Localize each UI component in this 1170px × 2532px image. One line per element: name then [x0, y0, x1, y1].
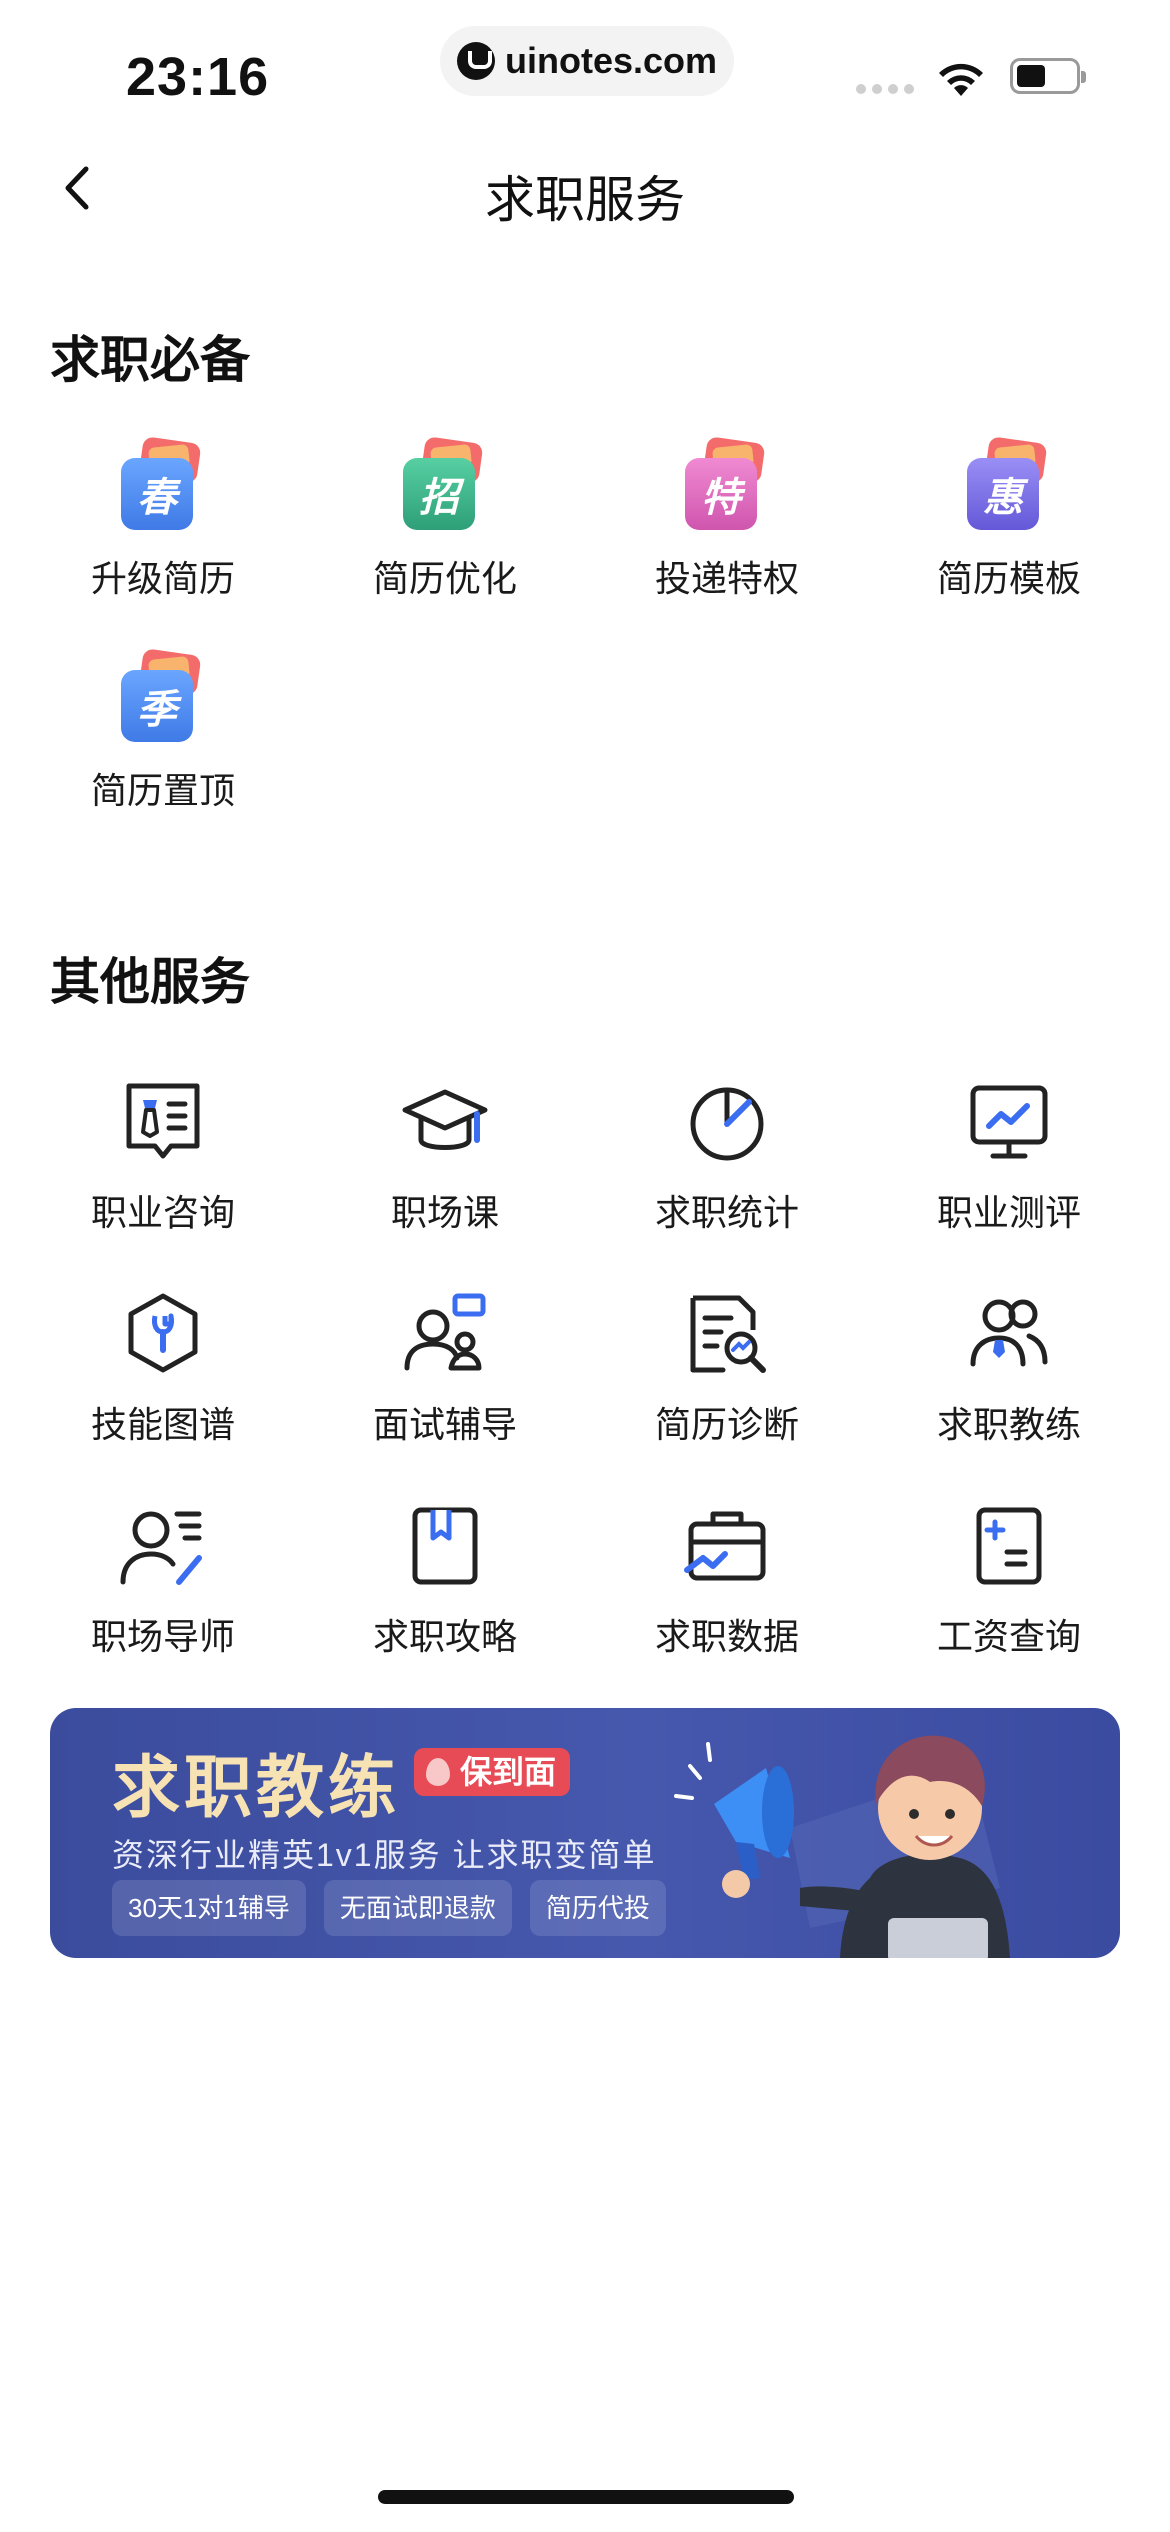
banner-chips: 30天1对1辅导 无面试即退款 简历代投 [112, 1880, 666, 1936]
service-item-workplace-course[interactable]: 职场课 [304, 1074, 586, 1236]
hexagon-wrench-icon [128, 1293, 198, 1373]
interview-icon [404, 1293, 486, 1371]
service-item-upgrade-resume[interactable]: 春 升级简历 [22, 436, 304, 602]
service-label: 投递特权 [654, 558, 799, 599]
service-label: 求职统计 [654, 1192, 799, 1233]
mentor-icon [120, 1511, 202, 1585]
section-title-other-services: 其他服务 [50, 954, 250, 1010]
service-label: 职业咨询 [90, 1192, 235, 1233]
service-item-resume-diagnosis[interactable]: 简历诊断 [586, 1286, 868, 1448]
season-badge-icon: 季 [115, 648, 211, 748]
cellular-signal-icon [856, 84, 914, 94]
banner-chip: 30天1对1辅导 [112, 1880, 306, 1936]
service-label: 升级简历 [90, 558, 235, 599]
calculator-icon [976, 1507, 1042, 1585]
watermark: uinotes.com [440, 26, 734, 96]
banner-chip: 简历代投 [529, 1880, 666, 1936]
service-label: 工资查询 [936, 1616, 1081, 1657]
briefcase-chart-icon [684, 1511, 766, 1581]
bookmark-book-icon [412, 1507, 478, 1585]
service-item-salary-query[interactable]: 工资查询 [868, 1498, 1150, 1660]
service-label: 简历模板 [936, 558, 1081, 599]
service-label: 求职教练 [936, 1404, 1081, 1445]
service-item-career-consult[interactable]: 职业咨询 [22, 1074, 304, 1236]
section-title-essentials: 求职必备 [50, 332, 250, 388]
special-badge-icon: 特 [679, 436, 775, 536]
service-item-interview-coaching[interactable]: 面试辅导 [304, 1286, 586, 1448]
watermark-text: uinotes.com [504, 40, 718, 81]
job-coach-banner[interactable]: 求职教练 保到面 资深行业精英1v1服务 让求职变简单 30天1对1辅导 无面试… [50, 1708, 1120, 1958]
service-label: 职场导师 [90, 1616, 235, 1657]
page-title: 求职服务 [485, 172, 685, 228]
consult-icon [126, 1083, 200, 1159]
service-item-skill-map[interactable]: 技能图谱 [22, 1286, 304, 1448]
service-item-resume-optimize[interactable]: 招 简历优化 [304, 436, 586, 602]
service-label: 职场课 [390, 1192, 499, 1233]
status-time: 23:16 [126, 47, 270, 107]
service-item-resume-template[interactable]: 惠 简历模板 [868, 436, 1150, 602]
service-item-job-coach[interactable]: 求职教练 [868, 1286, 1150, 1448]
home-indicator [378, 2490, 794, 2504]
service-label: 简历诊断 [654, 1404, 799, 1445]
service-item-job-guide[interactable]: 求职攻略 [304, 1498, 586, 1660]
service-item-career-assessment[interactable]: 职业测评 [868, 1074, 1150, 1236]
coach-icon [970, 1299, 1048, 1367]
pie-chart-icon [690, 1087, 764, 1161]
spring-badge-icon: 春 [115, 436, 211, 536]
banner-title: 求职教练 [112, 1750, 401, 1826]
banner-subtitle: 资深行业精英1v1服务 让求职变简单 [112, 1837, 657, 1873]
service-label: 求职数据 [654, 1616, 799, 1657]
recruit-badge-icon: 招 [397, 436, 493, 536]
service-label: 求职攻略 [372, 1616, 517, 1657]
service-label: 简历优化 [372, 558, 517, 599]
wifi-icon [939, 63, 983, 96]
discount-badge-icon: 惠 [961, 436, 1057, 536]
service-item-career-mentor[interactable]: 职场导师 [22, 1498, 304, 1660]
service-item-delivery-privilege[interactable]: 特 投递特权 [586, 436, 868, 602]
graduation-cap-icon [402, 1089, 488, 1150]
service-item-job-data[interactable]: 求职数据 [586, 1498, 868, 1660]
service-label: 简历置顶 [90, 770, 235, 811]
megaphone-person-illustration [674, 1735, 1010, 1958]
service-item-job-stats[interactable]: 求职统计 [586, 1074, 868, 1236]
banner-chip: 无面试即退款 [323, 1880, 512, 1936]
service-label: 职业测评 [936, 1192, 1081, 1233]
battery-icon [1010, 58, 1086, 94]
service-item-resume-top[interactable]: 季 简历置顶 [22, 648, 304, 814]
document-search-icon [690, 1295, 766, 1373]
service-label: 面试辅导 [372, 1404, 517, 1445]
service-label: 技能图谱 [90, 1404, 235, 1445]
banner-tag: 保到面 [414, 1748, 571, 1796]
status-bar: 23:16 uinotes.com [0, 0, 1170, 140]
monitor-chart-icon [970, 1085, 1048, 1159]
watermark-logo-icon [456, 42, 495, 80]
drop-icon [426, 1758, 450, 1786]
